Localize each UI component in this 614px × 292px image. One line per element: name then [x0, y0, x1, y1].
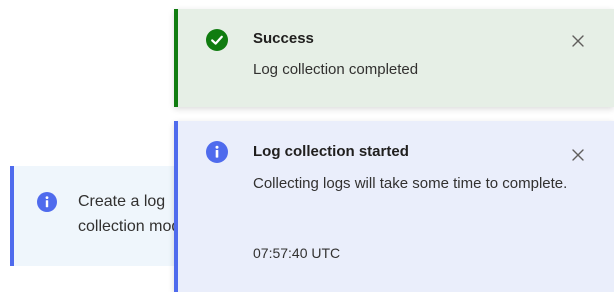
toast-message: Log collection completed	[253, 61, 419, 78]
notification-stage: Create a log collection module. Success …	[0, 0, 614, 292]
close-icon[interactable]	[570, 147, 586, 163]
info-icon	[206, 141, 228, 163]
toast-timestamp: 07:57:40 UTC	[253, 245, 341, 261]
toast-title: Success	[253, 30, 314, 47]
info-toast: Log collection started Collecting logs w…	[174, 121, 614, 292]
toast-message: Collecting logs will take some time to c…	[253, 175, 568, 192]
close-icon[interactable]	[570, 33, 586, 49]
toast-title: Log collection started	[253, 143, 409, 160]
check-circle-icon	[206, 29, 228, 51]
success-toast: Success Log collection completed	[174, 9, 614, 107]
info-icon	[37, 192, 57, 212]
